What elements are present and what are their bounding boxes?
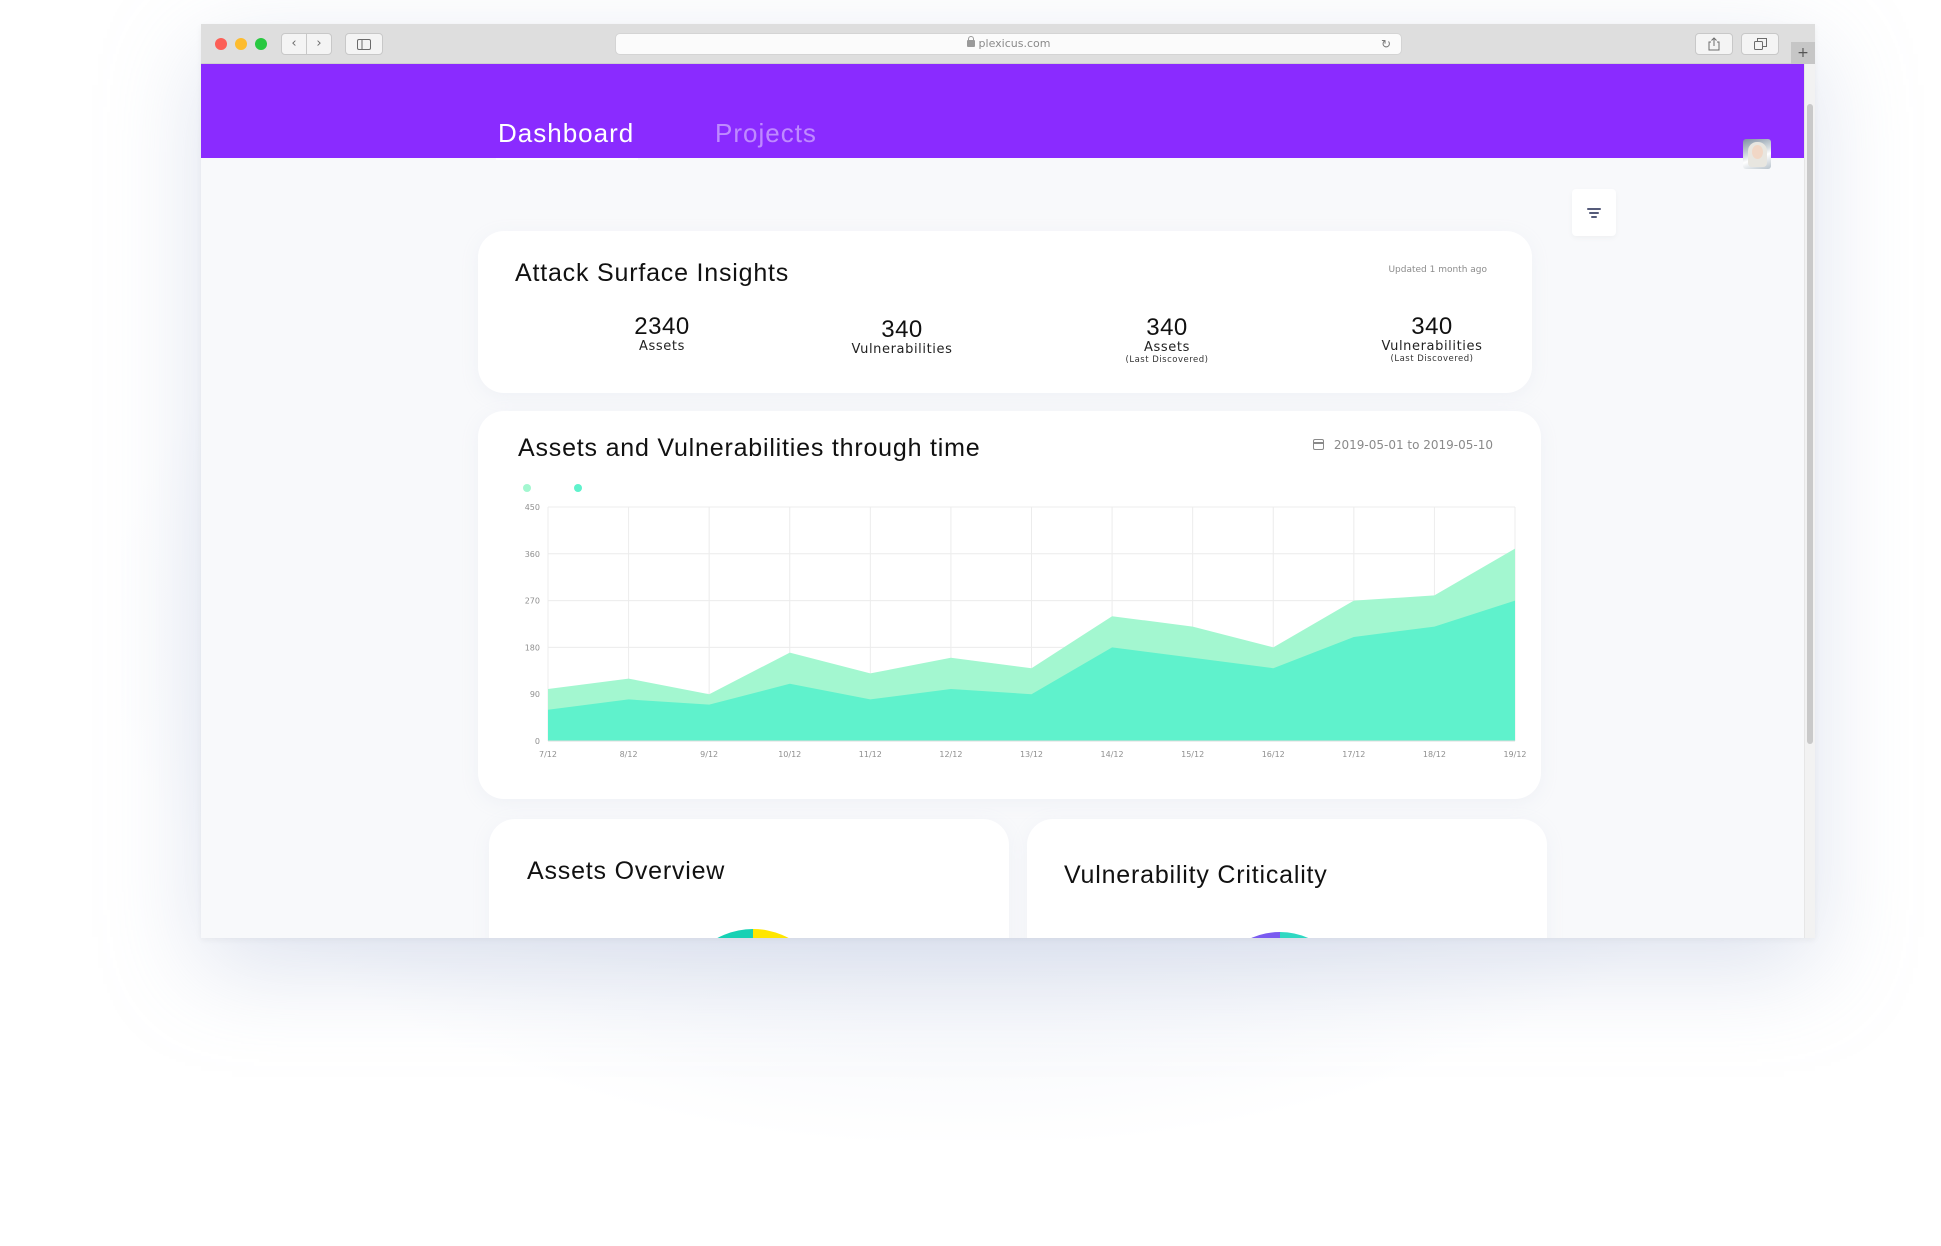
filter-button[interactable] (1572, 189, 1616, 236)
insights-card: Attack Surface Insights Updated 1 month … (478, 231, 1532, 393)
address-bar[interactable]: plexicus.com ↻ (615, 33, 1402, 55)
minimize-window-button[interactable] (235, 38, 247, 50)
x-tick-label: 9/12 (700, 750, 718, 759)
y-tick-label: 90 (530, 690, 540, 699)
y-tick-label: 180 (525, 643, 540, 652)
address-text: plexicus.com (978, 37, 1051, 50)
lock-icon (966, 36, 975, 47)
avatar[interactable] (1743, 139, 1771, 169)
stat-vulnerabilities-last-discovered: 340 Vulnerabilities (Last Discovered) (1381, 313, 1483, 365)
vulnerability-criticality-card: Vulnerability Criticality (1027, 819, 1547, 938)
x-tick-label: 16/12 (1262, 750, 1285, 759)
tabs-overview-icon[interactable] (1741, 33, 1779, 55)
x-tick-label: 18/12 (1423, 750, 1446, 759)
assets-overview-card: Assets Overview (489, 819, 1009, 938)
stat-vulnerabilities: 340 Vulnerabilities (851, 316, 953, 358)
assets-overview-pie (678, 929, 828, 938)
page-scrollbar[interactable] (1804, 64, 1815, 938)
close-window-button[interactable] (215, 38, 227, 50)
stat-assets-last-discovered: 340 Assets (Last Discovered) (1125, 314, 1209, 366)
screenshot-stage: ‹ › plexicus.com ↻ + Dashboard Projects (0, 0, 1941, 1246)
new-tab-icon[interactable]: + (1791, 42, 1815, 64)
tab-dashboard[interactable]: Dashboard (495, 118, 639, 160)
x-tick-label: 19/12 (1503, 750, 1526, 759)
back-arrow-icon[interactable]: ‹ (281, 33, 307, 55)
sidebar-toggle-icon[interactable] (345, 33, 383, 55)
y-tick-label: 360 (525, 550, 540, 559)
y-tick-label: 0 (535, 737, 540, 746)
stat-assets: 2340 Assets (634, 313, 690, 355)
pie-slice-2[interactable] (1280, 932, 1338, 938)
vulnerability-criticality-pie (1208, 932, 1338, 938)
browser-titlebar: ‹ › plexicus.com ↻ + (201, 24, 1815, 64)
share-icon[interactable] (1695, 33, 1733, 55)
tab-projects[interactable]: Projects (715, 118, 817, 149)
browser-window: ‹ › plexicus.com ↻ + Dashboard Projects (201, 24, 1815, 938)
y-tick-label: 450 (525, 503, 540, 512)
x-tick-label: 11/12 (859, 750, 882, 759)
area-chart: 0 90 180 270 360 450 7/12 8/12 9/12 10/12 11/12 12/… (525, 503, 1527, 759)
updated-label: Updated 1 month ago (1388, 265, 1487, 275)
x-tick-label: 8/12 (620, 750, 638, 759)
x-tick-label: 15/12 (1181, 750, 1204, 759)
x-tick-label: 12/12 (939, 750, 962, 759)
app-header: Dashboard Projects (201, 64, 1804, 169)
pie-slice-1[interactable] (678, 929, 753, 938)
x-tick-label: 17/12 (1342, 750, 1365, 759)
x-tick-label: 14/12 (1101, 750, 1124, 759)
x-tick-label: 13/12 (1020, 750, 1043, 759)
pie-slice-1[interactable] (1208, 932, 1280, 938)
y-tick-label: 270 (525, 597, 540, 606)
x-tick-label: 7/12 (539, 750, 557, 759)
forward-arrow-icon[interactable]: › (306, 33, 332, 55)
zoom-window-button[interactable] (255, 38, 267, 50)
x-tick-label: 10/12 (778, 750, 801, 759)
timeline-card: Assets and Vulnerabilities through time … (478, 411, 1541, 799)
reload-icon[interactable]: ↻ (1381, 34, 1391, 54)
filter-icon (1587, 208, 1601, 210)
card-title: Attack Surface Insights (515, 259, 790, 287)
pie-slice-2[interactable] (753, 929, 828, 938)
